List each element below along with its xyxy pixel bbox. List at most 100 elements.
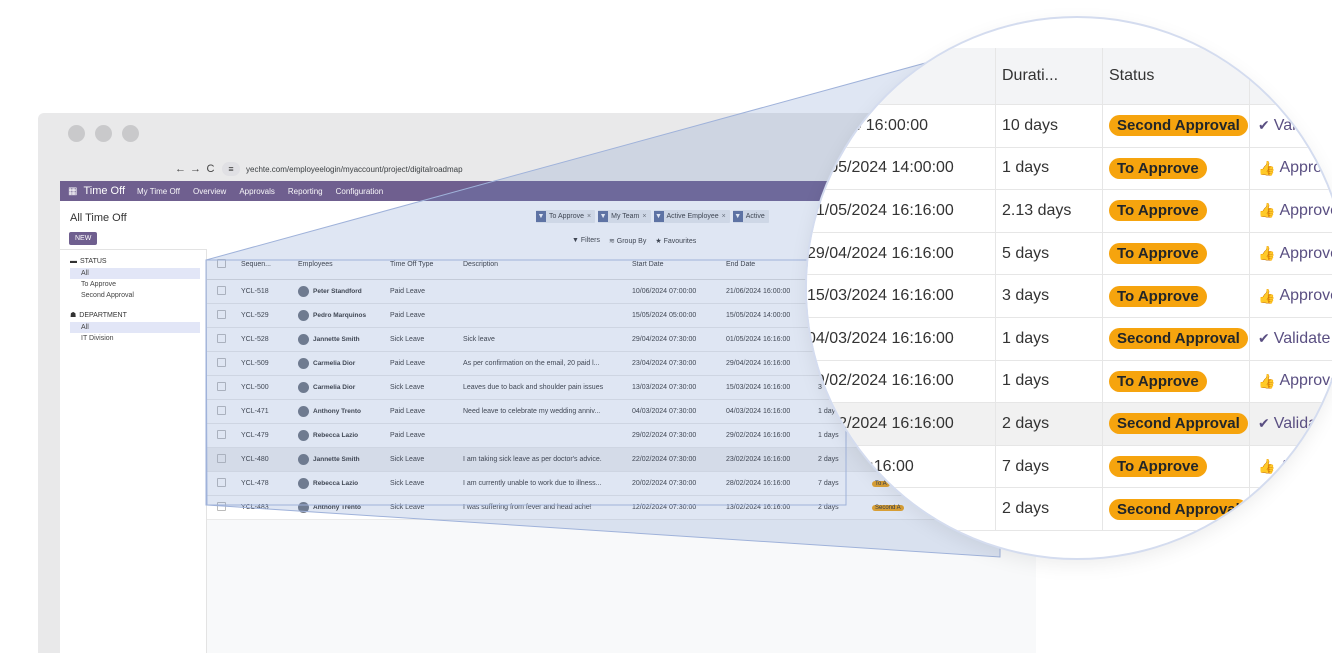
row-checkbox[interactable] — [207, 327, 240, 352]
lens-col-duration[interactable]: Durati... — [995, 48, 1102, 104]
lens-action-button[interactable]: ✔ Validat — [1249, 403, 1332, 445]
reload-icon[interactable]: C — [203, 163, 218, 175]
table-row[interactable]: YCL-500 Carmelia Dior Sick Leave Leaves due… — [207, 375, 1036, 400]
url-text[interactable]: yechte.com/employeelogin/myaccount/proje… — [246, 165, 463, 174]
avatar — [298, 502, 309, 513]
table-row[interactable]: YCL-480 Jannette Smith Sick Leave I am taki… — [207, 447, 1036, 472]
table-row[interactable]: YCL-509 Carmelia Dior Paid Leave As per con… — [207, 351, 1036, 376]
row-checkbox[interactable] — [207, 495, 240, 520]
table-row[interactable]: YCL-528 Jannette Smith Sick Leave Sick leav… — [207, 327, 1036, 352]
cell-description: Sick leave — [462, 327, 631, 352]
table-row[interactable]: YCL-529 Pedro Marquinos Paid Leave 15/05/20… — [207, 303, 1036, 328]
lens-action-button[interactable]: 👍Approve — [1249, 190, 1332, 232]
back-icon[interactable]: ← — [173, 163, 188, 175]
lens-action-button[interactable]: ✔ Vali — [1249, 105, 1332, 147]
menu-overview[interactable]: Overview — [193, 187, 226, 196]
col-start-date[interactable]: Start Date — [631, 249, 725, 280]
row-checkbox[interactable] — [207, 447, 240, 472]
cell-type: Sick Leave — [389, 495, 462, 520]
page-title: All Time Off — [70, 212, 127, 224]
users-icon: ☗ — [70, 312, 77, 319]
lens-col-status[interactable]: Status — [1102, 48, 1249, 104]
lens-action-button[interactable]: 👍 Ap — [1249, 445, 1332, 488]
status-second-approval[interactable]: Second Approval — [60, 290, 206, 301]
status-to-approve[interactable]: To Approve — [60, 279, 206, 290]
cell-sequence: YCL-471 — [240, 399, 297, 424]
table-row[interactable]: YCL-471 Anthony Trento Paid Leave Need leav… — [207, 399, 1036, 424]
department-it-division[interactable]: IT Division — [60, 333, 206, 344]
row-checkbox[interactable] — [207, 423, 240, 448]
cell-type: Sick Leave — [389, 327, 462, 352]
menu-reporting[interactable]: Reporting — [288, 187, 323, 196]
menu-configuration[interactable]: Configuration — [336, 187, 384, 196]
cell-start: 29/02/2024 07:30:00 — [631, 423, 725, 448]
status-badge: Second Approval — [1109, 115, 1248, 137]
lens-status: To Approve — [1102, 232, 1249, 275]
col-duration[interactable] — [817, 249, 871, 280]
close-dot[interactable] — [68, 125, 85, 142]
site-settings-icon[interactable]: ≡ — [222, 162, 240, 176]
row-checkbox[interactable] — [207, 303, 240, 328]
row-checkbox[interactable] — [207, 399, 240, 424]
apps-grid-icon[interactable]: ▦ — [68, 186, 77, 197]
maximize-dot[interactable] — [122, 125, 139, 142]
group-by-button[interactable]: ≋ Group By — [609, 237, 646, 245]
department-all[interactable]: All — [70, 322, 200, 333]
avatar — [298, 454, 309, 465]
remove-facet-icon[interactable]: × — [642, 213, 646, 220]
check-icon: ✔ — [1258, 117, 1270, 134]
table-row[interactable]: YCL-483 Anthony Trento Sick Leave I was suf… — [207, 495, 1036, 520]
facet-to-approve[interactable]: ▼ To Approve × — [536, 210, 596, 223]
status-all[interactable]: All — [70, 268, 200, 279]
new-button[interactable]: NEW — [69, 232, 98, 245]
cell-end: 29/02/2024 16:16:00 — [725, 423, 817, 448]
app-brand[interactable]: Time Off — [83, 185, 125, 197]
folder-icon: ▬ — [70, 258, 77, 265]
facet-my-team[interactable]: ▼ My Team × — [598, 210, 651, 223]
row-checkbox[interactable] — [207, 351, 240, 376]
lens-status: To Approve — [1102, 275, 1249, 317]
table-row[interactable]: YCL-479 Rebecca Lazio Paid Leave 29/02/2024… — [207, 423, 1036, 448]
table-row[interactable]: YCL-478 Rebecca Lazio Sick Leave I am curre… — [207, 471, 1036, 496]
lens-action-button[interactable]: 👍Approve — [1249, 275, 1332, 317]
status-badge: To Approve — [1109, 370, 1207, 392]
search-options: ▼ Filters ≋ Group By ★ Favourites — [572, 237, 696, 245]
cell-end: 29/04/2024 16:16:00 — [725, 351, 817, 376]
status-badge: Second Approval — [1109, 328, 1248, 350]
favourites-button[interactable]: ★ Favourites — [655, 237, 696, 245]
lens-action-button[interactable]: ✔ Validate — [1249, 317, 1332, 360]
facet-active-employee[interactable]: ▼ Active Employee × — [653, 210, 730, 223]
cell-sequence: YCL-528 — [240, 327, 297, 352]
lens-action-button[interactable]: 👍 Approv — [1249, 147, 1332, 190]
forward-icon[interactable]: → — [188, 163, 203, 175]
cell-employee: Pedro Marquinos — [297, 303, 389, 328]
table-row[interactable]: YCL-518 Peter Standford Paid Leave 10/06/20… — [207, 279, 1036, 304]
cell-description: I was suffering from fever and head ache… — [462, 495, 631, 520]
minimize-dot[interactable] — [95, 125, 112, 142]
odoo-app: ▦ Time Off My Time Off Overview Approval… — [60, 181, 1036, 653]
cell-status — [871, 279, 1036, 304]
row-checkbox[interactable] — [207, 375, 240, 400]
remove-facet-icon[interactable]: × — [587, 213, 591, 220]
filters-button[interactable]: ▼ Filters — [572, 237, 600, 245]
lens-action-button[interactable] — [1249, 488, 1332, 530]
lens-action-button[interactable]: 👍Approve — [1249, 232, 1332, 275]
facet-active[interactable]: ▼ Active — [732, 210, 769, 223]
remove-facet-icon[interactable]: × — [722, 213, 726, 220]
select-all-checkbox[interactable] — [207, 249, 240, 280]
col-employees[interactable]: Employees — [297, 249, 389, 280]
lens-action-button[interactable]: 👍Approve — [1249, 360, 1332, 403]
row-checkbox[interactable] — [207, 471, 240, 496]
col-status[interactable] — [871, 249, 1036, 280]
col-sequence[interactable]: Sequen... — [240, 249, 297, 280]
cell-start: 13/03/2024 07:30:00 — [631, 375, 725, 400]
cell-duration: 2 days — [817, 447, 871, 472]
col-description[interactable]: Description — [462, 249, 631, 280]
col-end-date[interactable]: End Date — [725, 249, 817, 280]
menu-my-time-off[interactable]: My Time Off — [137, 187, 180, 196]
col-time-off-type[interactable]: Time Off Type — [389, 249, 462, 280]
lens-status: To Approve — [1102, 445, 1249, 488]
cell-sequence: YCL-479 — [240, 423, 297, 448]
menu-approvals[interactable]: Approvals — [239, 187, 275, 196]
row-checkbox[interactable] — [207, 279, 240, 304]
